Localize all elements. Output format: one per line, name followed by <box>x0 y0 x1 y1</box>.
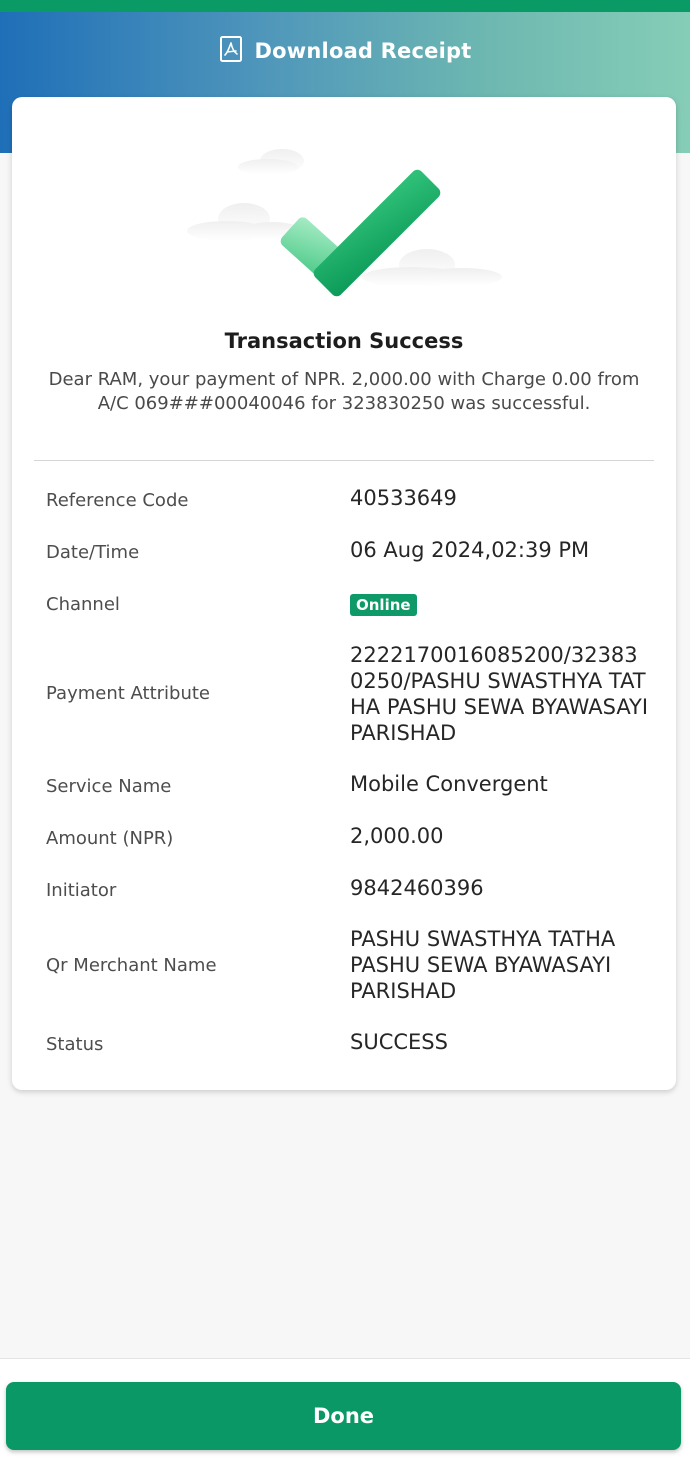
service-name-label: Service Name <box>46 776 172 797</box>
checkmark-icon <box>172 137 512 307</box>
date-time-value: 06 Aug 2024,02:39 PM <box>350 538 590 562</box>
transaction-title: Transaction Success <box>224 329 464 353</box>
initiator-value: 9842460396 <box>350 876 484 900</box>
pdf-icon <box>219 35 243 67</box>
top-accent-strip <box>0 0 690 12</box>
status-label: Status <box>46 1034 104 1055</box>
receipt-card: Transaction Success Dear RAM, your payme… <box>12 97 676 1090</box>
date-time-label: Date/Time <box>46 542 140 563</box>
amount-label: Amount (NPR) <box>46 828 174 849</box>
amount-value: 2,000.00 <box>350 824 444 848</box>
reference-code-label: Reference Code <box>46 490 189 511</box>
payment-attribute-label: Payment Attribute <box>46 683 211 704</box>
reference-code-value: 40533649 <box>350 486 457 510</box>
channel-label: Channel <box>46 594 120 615</box>
channel-value-wrapper: Online <box>350 590 650 616</box>
payment-attribute-value: 2222170016085200/323830250/PASHU SWASTHY… <box>350 643 649 745</box>
transaction-message: Dear RAM, your payment of NPR. 2,000.00 … <box>48 369 640 414</box>
channel-badge: Online <box>350 594 417 616</box>
service-name-value: Mobile Convergent <box>350 772 548 796</box>
status-value: SUCCESS <box>350 1030 448 1054</box>
initiator-label: Initiator <box>46 880 117 901</box>
divider <box>34 460 654 461</box>
download-receipt-label: Download Receipt <box>254 39 472 63</box>
download-receipt-button[interactable]: Download Receipt <box>0 12 690 90</box>
qr-merchant-name-value: PASHU SWASTHYA TATHA PASHU SEWA BYAWASAY… <box>350 927 616 1003</box>
done-button[interactable]: Done <box>6 1382 681 1450</box>
qr-merchant-name-label: Qr Merchant Name <box>46 955 217 976</box>
